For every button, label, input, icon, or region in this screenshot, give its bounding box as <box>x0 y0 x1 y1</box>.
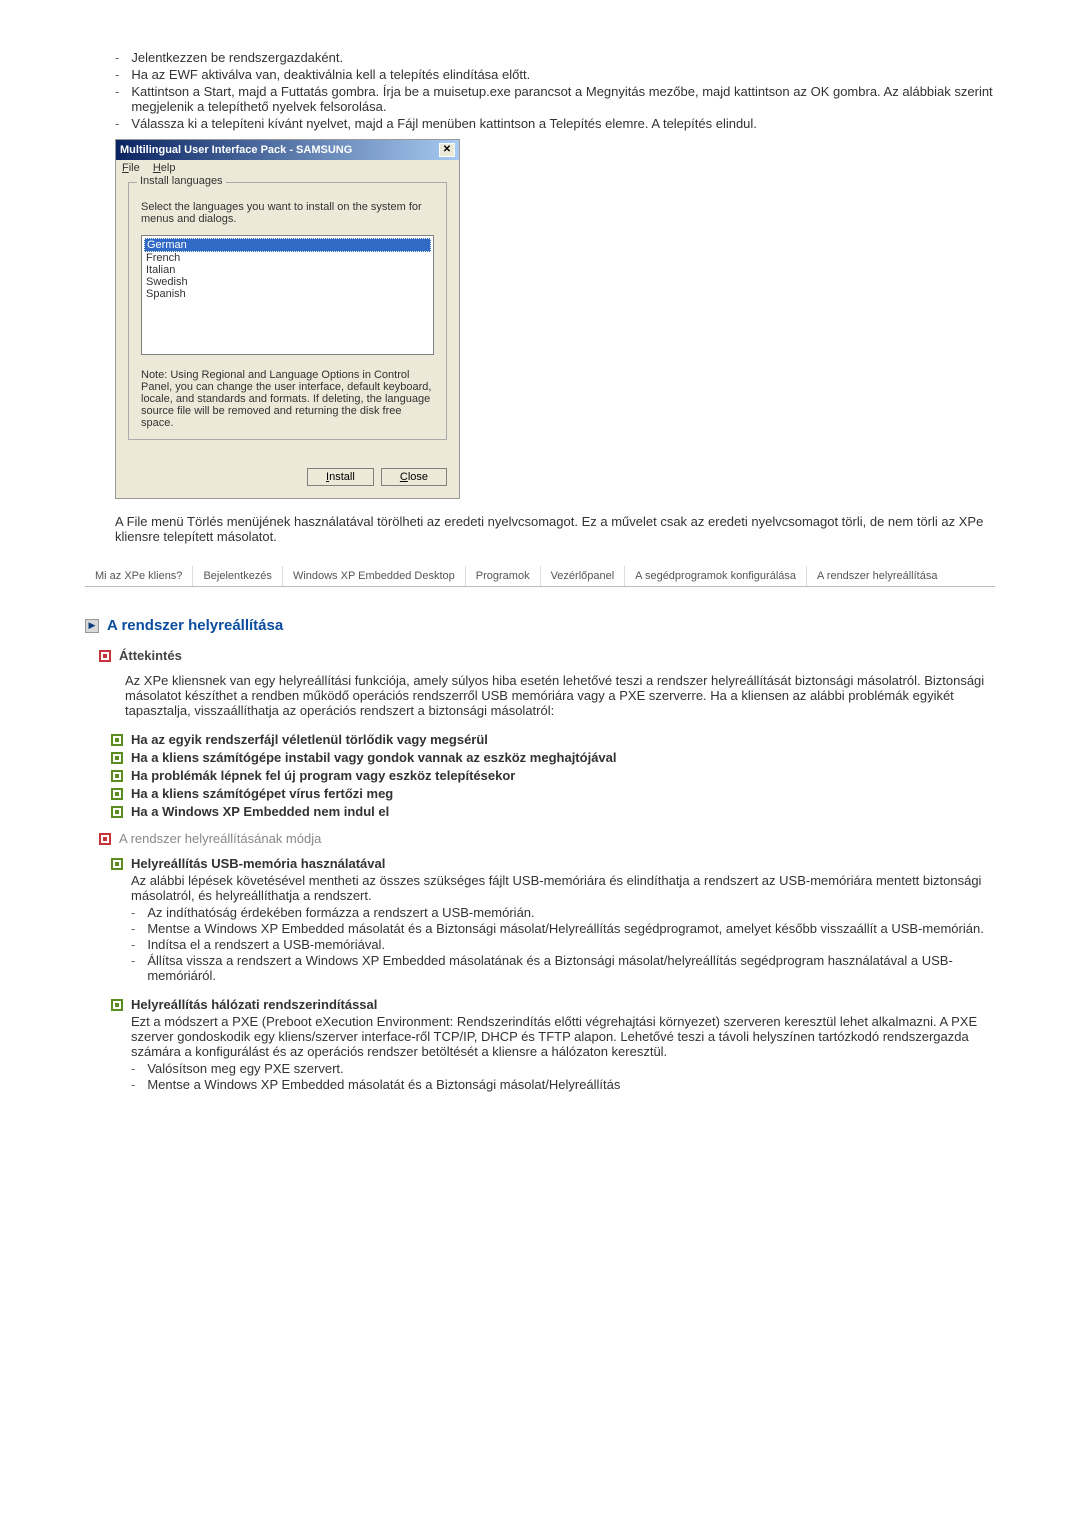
green-item: Ha problémák lépnek fel új program vagy … <box>131 768 515 783</box>
lang-option[interactable]: Swedish <box>144 276 431 288</box>
method-network: Helyreállítás hálózati rendszerindítássa… <box>111 997 995 1092</box>
instr-2: Kattintson a Start, majd a Futtatás gomb… <box>131 84 995 114</box>
green-bullet-icon <box>111 858 123 870</box>
overview-text: Az XPe kliensnek van egy helyreállítási … <box>125 673 995 718</box>
method1-step: Az indíthatóság érdekében formázza a ren… <box>147 905 534 920</box>
dialog-menu-bar: File Help <box>116 160 459 176</box>
green-bullet-icon <box>111 770 123 782</box>
instr-1: Ha az EWF aktiválva van, deaktiválnia ke… <box>131 67 530 82</box>
methods-title: A rendszer helyreállításának módja <box>119 831 321 846</box>
green-item: Ha a Windows XP Embedded nem indul el <box>131 804 389 819</box>
method2-title: Helyreállítás hálózati rendszerindítássa… <box>131 997 377 1012</box>
section-title: A rendszer helyreállítása <box>107 617 283 634</box>
green-item: Ha az egyik rendszerfájl véletlenül törl… <box>131 732 488 747</box>
green-bullet-icon <box>111 788 123 800</box>
green-bullet-icon <box>111 734 123 746</box>
tab-xpe[interactable]: Mi az XPe kliens? <box>85 566 193 586</box>
close-button[interactable]: Close <box>381 468 447 486</box>
green-item: Ha a kliens számítógépet vírus fertőzi m… <box>131 786 393 801</box>
green-bullet-icon <box>111 999 123 1011</box>
menu-file[interactable]: File <box>122 162 140 174</box>
tab-desktop[interactable]: Windows XP Embedded Desktop <box>283 566 466 586</box>
arrow-icon: ▶ <box>85 619 99 633</box>
green-item: Ha a kliens számítógépe instabil vagy go… <box>131 750 617 765</box>
select-text: Select the languages you want to install… <box>141 201 434 225</box>
dialog-note: Note: Using Regional and Language Option… <box>141 369 434 429</box>
method1-step: Állítsa vissza a rendszert a Windows XP … <box>147 953 995 983</box>
instr-3: Válassza ki a telepíteni kívánt nyelvet,… <box>131 116 757 131</box>
problem-list: Ha az egyik rendszerfájl véletlenül törl… <box>111 732 995 819</box>
mui-dialog: Multilingual User Interface Pack - SAMSU… <box>115 139 460 499</box>
methods-header: A rendszer helyreállításának módja <box>99 831 995 846</box>
section-header: ▶ A rendszer helyreállítása <box>85 617 995 634</box>
method-usb: Helyreállítás USB-memória használatával … <box>111 856 995 983</box>
method2-intro: Ezt a módszert a PXE (Preboot eXecution … <box>131 1014 995 1059</box>
green-bullet-icon <box>111 806 123 818</box>
lang-option[interactable]: French <box>144 252 431 264</box>
method2-step: Mentse a Windows XP Embedded másolatát é… <box>147 1077 620 1092</box>
tab-recovery[interactable]: A rendszer helyreállítása <box>807 566 947 586</box>
file-menu-para: A File menü Törlés menüjének használatáv… <box>115 514 995 544</box>
fieldset-legend: Install languages <box>137 175 226 187</box>
red-bullet-icon <box>99 650 111 662</box>
instructions-list: -Jelentkezzen be rendszergazdaként. -Ha … <box>115 50 995 131</box>
overview-header: Áttekintés <box>99 648 995 663</box>
dialog-title: Multilingual User Interface Pack - SAMSU… <box>120 144 352 156</box>
dialog-close-icon[interactable]: ✕ <box>439 143 455 157</box>
method1-step: Mentse a Windows XP Embedded másolatát é… <box>147 921 983 936</box>
method1-intro: Az alábbi lépések követésével mentheti a… <box>131 873 995 903</box>
lang-option-selected[interactable]: German <box>144 238 431 252</box>
tab-login[interactable]: Bejelentkezés <box>193 566 283 586</box>
nav-tabs: Mi az XPe kliens? Bejelentkezés Windows … <box>85 566 995 587</box>
method1-title: Helyreállítás USB-memória használatával <box>131 856 385 871</box>
instr-0: Jelentkezzen be rendszergazdaként. <box>131 50 343 65</box>
dialog-title-bar: Multilingual User Interface Pack - SAMSU… <box>116 140 459 160</box>
green-bullet-icon <box>111 752 123 764</box>
lang-option[interactable]: Italian <box>144 264 431 276</box>
menu-help[interactable]: Help <box>153 162 176 174</box>
red-bullet-icon <box>99 833 111 845</box>
method1-step: Indítsa el a rendszert a USB-memóriával. <box>147 937 385 952</box>
overview-title: Áttekintés <box>119 648 182 663</box>
method2-step: Valósítson meg egy PXE szervert. <box>147 1061 343 1076</box>
tab-programs[interactable]: Programok <box>466 566 541 586</box>
lang-option[interactable]: Spanish <box>144 288 431 300</box>
language-listbox[interactable]: German French Italian Swedish Spanish <box>141 235 434 355</box>
tab-control[interactable]: Vezérlőpanel <box>541 566 626 586</box>
install-button[interactable]: Install <box>307 468 374 486</box>
tab-utils[interactable]: A segédprogramok konfigurálása <box>625 566 807 586</box>
